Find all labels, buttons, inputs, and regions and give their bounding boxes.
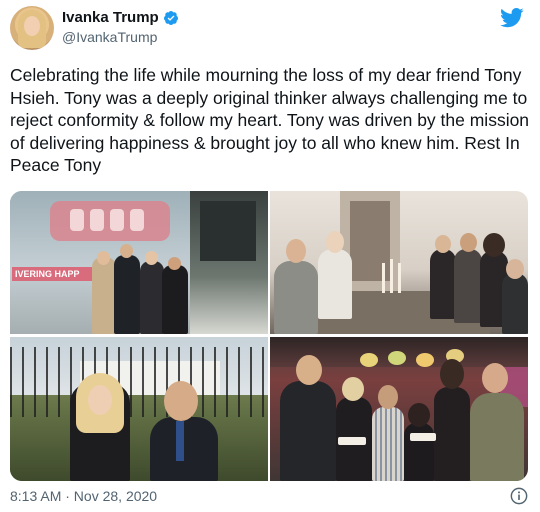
person — [92, 257, 116, 334]
bus-window — [130, 209, 144, 231]
person-head — [378, 385, 398, 409]
person — [502, 273, 528, 334]
food-tray — [338, 437, 366, 445]
person-head — [97, 251, 110, 265]
photo-bus-group[interactable]: IVERING HAPP — [10, 191, 268, 334]
person-head — [164, 381, 198, 421]
person — [162, 265, 188, 334]
candle — [390, 259, 393, 293]
person-head — [440, 359, 464, 389]
tweet-card: Ivanka Trump @IvankaTrump Celebrating th… — [0, 0, 540, 512]
avatar[interactable] — [10, 6, 54, 50]
bus-window — [70, 209, 84, 231]
person — [274, 261, 318, 334]
display-name[interactable]: Ivanka Trump — [62, 9, 159, 26]
name-row: Ivanka Trump — [62, 9, 179, 26]
user-handle[interactable]: @IvankaTrump — [62, 29, 157, 45]
person — [140, 261, 164, 334]
person — [114, 255, 140, 334]
candle — [398, 263, 401, 293]
decor — [360, 353, 378, 367]
avatar-face — [24, 16, 40, 36]
person-head — [483, 233, 505, 257]
person-head — [460, 233, 477, 252]
tweet-media-grid: IVERING HAPP — [10, 191, 528, 481]
decor — [416, 353, 434, 367]
person — [280, 381, 336, 481]
person-head — [506, 259, 524, 279]
person — [318, 249, 352, 319]
tweet-text: Celebrating the life while mourning the … — [10, 65, 530, 175]
person — [150, 417, 218, 481]
photo-casino[interactable] — [270, 337, 528, 481]
bus-slogan: IVERING HAPP — [12, 267, 102, 281]
person — [372, 407, 404, 481]
tweet-header: Ivanka Trump @IvankaTrump — [10, 6, 530, 50]
person-head — [482, 363, 508, 393]
food-tray — [410, 433, 436, 441]
verified-badge-icon — [163, 10, 178, 25]
person — [470, 393, 524, 481]
candle — [382, 263, 385, 293]
bus-door-window — [200, 201, 256, 261]
fence — [10, 347, 268, 417]
person-head — [435, 235, 451, 253]
tweet-timestamp[interactable]: 8:13 AM · Nov 28, 2020 — [10, 488, 157, 504]
decor — [388, 351, 406, 365]
person-head — [408, 403, 430, 427]
info-icon[interactable] — [510, 487, 528, 505]
tie — [176, 421, 184, 461]
photo-white-house[interactable] — [10, 337, 268, 481]
twitter-bird-icon[interactable] — [500, 8, 524, 28]
bus-window — [110, 209, 124, 231]
person-head — [326, 231, 344, 253]
person-head — [286, 239, 306, 263]
person-head — [145, 251, 158, 265]
person-head — [168, 257, 181, 270]
person-head — [342, 377, 364, 401]
person — [434, 387, 470, 481]
person — [454, 249, 482, 323]
person-head — [88, 385, 112, 415]
person — [430, 249, 456, 319]
person-head — [120, 244, 133, 258]
person — [404, 423, 434, 481]
photo-dinner-table[interactable] — [270, 191, 528, 334]
bus-window — [90, 209, 104, 231]
person-head — [296, 355, 322, 385]
